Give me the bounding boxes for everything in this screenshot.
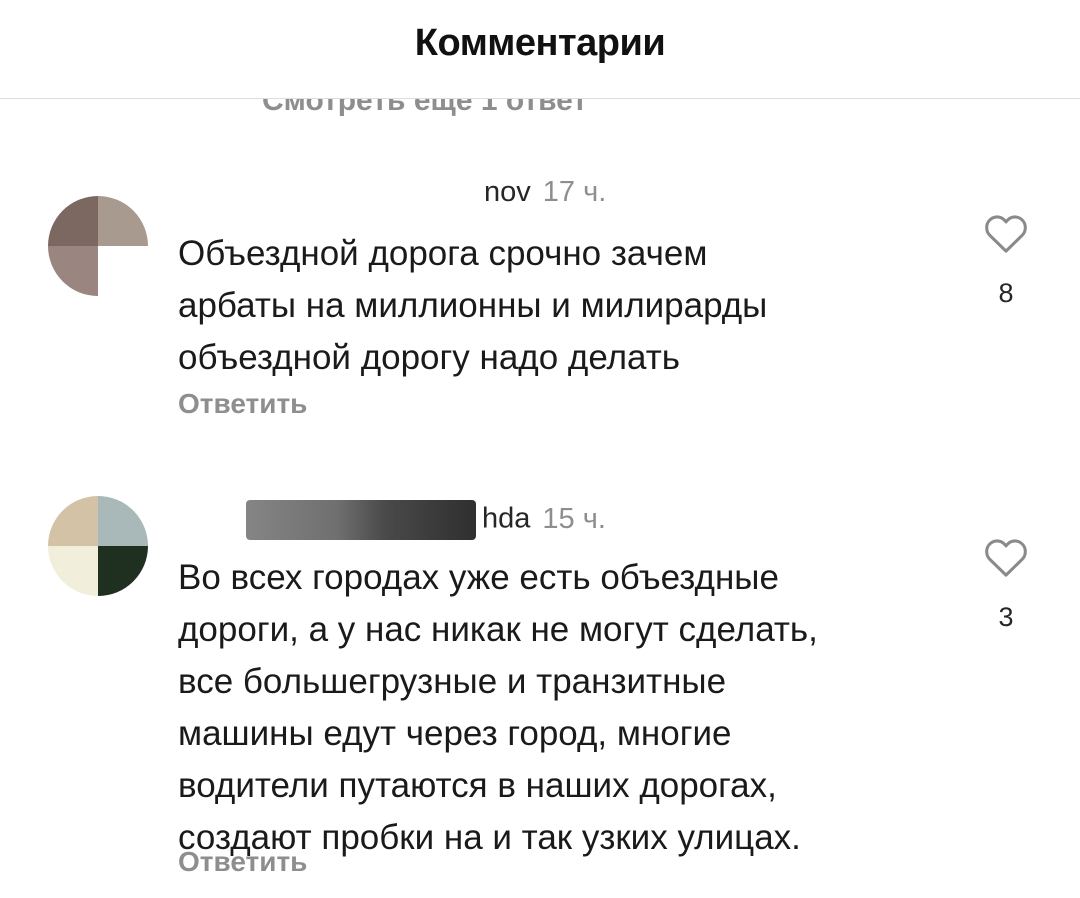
comment-meta: nov 17 ч. [178, 176, 606, 209]
comment-meta: hda 15 ч. [178, 500, 606, 540]
comment-username[interactable]: nov [484, 176, 531, 208]
like-count: 8 [998, 278, 1014, 308]
comment-text: Объездной дорога срочно зачем арбаты на … [178, 234, 768, 377]
heart-outline-icon[interactable] [983, 536, 1029, 578]
like-control: 8 [976, 212, 1036, 309]
comments-screen: Комментарии Смотреть еще 1 ответ nov 17 ч… [0, 0, 1080, 898]
comment-time: 15 ч. [542, 502, 606, 535]
like-count: 3 [998, 602, 1014, 632]
reply-button[interactable]: Ответить [178, 388, 307, 420]
comment-text: Во всех городах уже есть объездные дорог… [178, 558, 818, 857]
username-redaction [246, 500, 476, 540]
page-title: Комментарии [414, 22, 666, 64]
reply-button[interactable]: Ответить [178, 846, 307, 878]
heart-outline-icon[interactable] [983, 212, 1029, 254]
avatar[interactable] [48, 196, 148, 296]
username-redaction [178, 183, 478, 204]
comment-username[interactable]: hda [482, 503, 530, 535]
like-control: 3 [976, 536, 1036, 633]
comments-header: Комментарии [0, 0, 1080, 99]
comment-time: 17 ч. [542, 176, 607, 208]
avatar[interactable] [48, 496, 148, 596]
